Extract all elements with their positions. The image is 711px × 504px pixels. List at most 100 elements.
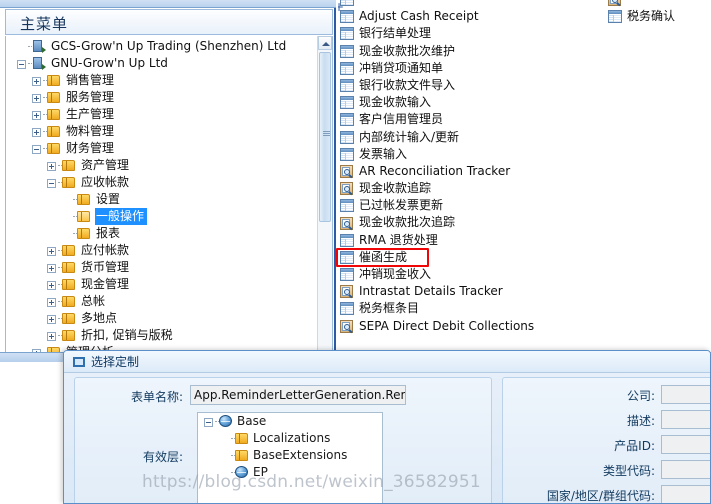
folder-icon [77,227,91,240]
inquiry-icon [340,216,354,230]
expand-icon[interactable] [46,262,58,274]
dialog-title: 选择定制 [91,355,140,369]
form-icon [340,44,354,58]
tree-item[interactable]: 应收帐款 [6,174,318,191]
tree-item[interactable]: 现金管理 [6,276,318,293]
menu-item[interactable] [340,0,620,8]
menu-item[interactable]: 催函生成 [340,249,620,266]
menu-item[interactable]: 内部统计输入/更新 [340,129,620,146]
menu-item[interactable]: 银行收款文件导入 [340,77,620,94]
expand-icon[interactable] [46,279,58,291]
menu-item[interactable]: 现金收款批次追踪 [340,214,620,231]
dialog-field-input[interactable] [661,485,710,503]
tree-item[interactable]: 服务管理 [6,89,318,106]
globe-icon [219,415,233,428]
menu-item[interactable]: Adjust Cash Receipt [340,8,620,25]
menu-item[interactable]: 税务确认 [608,8,711,25]
tree-item[interactable]: 财务管理 [6,140,318,157]
expand-icon[interactable] [46,330,58,342]
tree-item[interactable]: 折扣, 促销与版税 [6,327,318,344]
dialog-field-input[interactable] [661,410,710,429]
layer-tree-item[interactable]: BaseExtensions [198,447,382,464]
menu-item[interactable]: 银行结单处理 [340,25,620,42]
tree-item[interactable]: 应付帐款 [6,242,318,259]
scroll-up-arrow-icon[interactable] [318,36,332,50]
menu-item[interactable]: 冲销现金收入 [340,266,620,283]
tree-item-label: GNU-Grow'n Up Ltd [51,56,168,70]
tree-item[interactable]: 多地点 [6,310,318,327]
tree-item-label: 生产管理 [66,107,115,121]
menu-tree-area[interactable]: GCS-Grow'n Up Trading (Shenzhen) Ltd GNU-… [5,36,333,358]
form-icon [340,10,354,24]
expand-icon[interactable] [46,313,58,325]
tree-item[interactable]: GNU-Grow'n Up Ltd [6,55,318,72]
expand-icon[interactable] [31,75,43,87]
dialog-field-label: 国家/地区/群组代码: [546,489,655,503]
menu-item[interactable]: AR Reconciliation Tracker [340,163,620,180]
tree-item[interactable]: 货币管理 [6,259,318,276]
menu-item[interactable]: 冲销贷项通知单 [340,60,620,77]
expand-icon[interactable] [31,109,43,121]
expand-icon[interactable] [46,160,58,172]
menu-item[interactable]: 客户信用管理员 [340,111,620,128]
tree-item[interactable]: 资产管理 [6,157,318,174]
collapse-icon[interactable] [203,416,215,428]
folder-icon [47,108,61,121]
tree-item[interactable]: 报表 [6,225,318,242]
menu-items-column-2[interactable]: 税务确认 [608,0,711,25]
menu-tree[interactable]: GCS-Grow'n Up Trading (Shenzhen) Ltd GNU-… [6,38,318,357]
menu-item[interactable]: 已过帐发票更新 [340,197,620,214]
menu-item-label: 银行结单处理 [359,26,432,41]
tree-item[interactable]: GCS-Grow'n Up Trading (Shenzhen) Ltd [6,38,318,55]
layer-tree-item-label: EP [253,465,268,479]
tree-item[interactable]: 设置 [6,191,318,208]
menu-items-column-1[interactable]: Adjust Cash Receipt 银行结单处理现金收款批次维护 冲销贷项通知单… [340,0,620,335]
layer-tree-item[interactable]: Localizations [198,430,382,447]
tree-item[interactable]: 生产管理 [6,106,318,123]
expand-icon[interactable] [31,92,43,104]
folder-icon [47,142,61,155]
folder-icon [62,159,76,172]
menu-item-label: 内部统计输入/更新 [359,129,460,144]
collapse-icon[interactable] [46,177,58,189]
tree-item-label: 销售管理 [66,73,115,87]
tree-item[interactable]: 销售管理 [6,72,318,89]
menu-item[interactable]: Intrastat Details Tracker [340,283,620,300]
menu-item[interactable]: 现金收款追踪 [340,180,620,197]
tree-item[interactable]: 一般操作 [6,208,318,225]
tree-item[interactable]: 总帐 [6,293,318,310]
menu-item[interactable]: 税务框条目 [340,300,620,317]
menu-item[interactable]: SEPA Direct Debit Collections [340,318,620,335]
tree-vertical-scrollbar[interactable] [317,36,332,356]
valid-layers-tree[interactable]: Base Localizations BaseExtensions EP [197,412,383,503]
menu-item-label: 银行收款文件导入 [359,77,456,92]
menu-item[interactable] [608,0,711,8]
tree-item[interactable]: 物料管理 [6,123,318,140]
menu-item-label: Intrastat Details Tracker [359,284,503,299]
dialog-field-input[interactable] [661,385,710,404]
menu-item[interactable]: 现金收款批次维护 [340,43,620,60]
inquiry-icon [340,164,354,178]
scrollbar-thumb[interactable] [319,52,331,222]
folder-icon [62,312,76,325]
form-name-input[interactable]: App.ReminderLetterGeneration.ReminderLet… [190,385,406,405]
menu-item[interactable]: 发票输入 [340,146,620,163]
collapse-icon[interactable] [16,58,28,70]
menu-item[interactable]: 现金收款输入 [340,94,620,111]
layer-tree-item[interactable]: Base [198,413,382,430]
collapse-icon[interactable] [31,143,43,155]
folder-open-icon [77,210,91,223]
dialog-right-group: 公司: 描述: 产品ID: 类型代码: 国家/地区/群组代码: [502,377,710,503]
menu-item[interactable]: RMA 退货处理 [340,232,620,249]
dialog-field-input[interactable] [661,460,710,479]
layer-tree-item-label: Localizations [253,431,331,445]
expand-icon[interactable] [46,245,58,257]
layer-tree-item[interactable]: EP [198,464,382,481]
dialog-field-input[interactable] [661,435,710,454]
menu-items-panel: + Adjust Cash Receipt 银行结单处理 现金收款批次维护 冲销贷项通… [338,0,711,352]
expand-icon[interactable] [46,296,58,308]
expand-icon[interactable] [31,126,43,138]
